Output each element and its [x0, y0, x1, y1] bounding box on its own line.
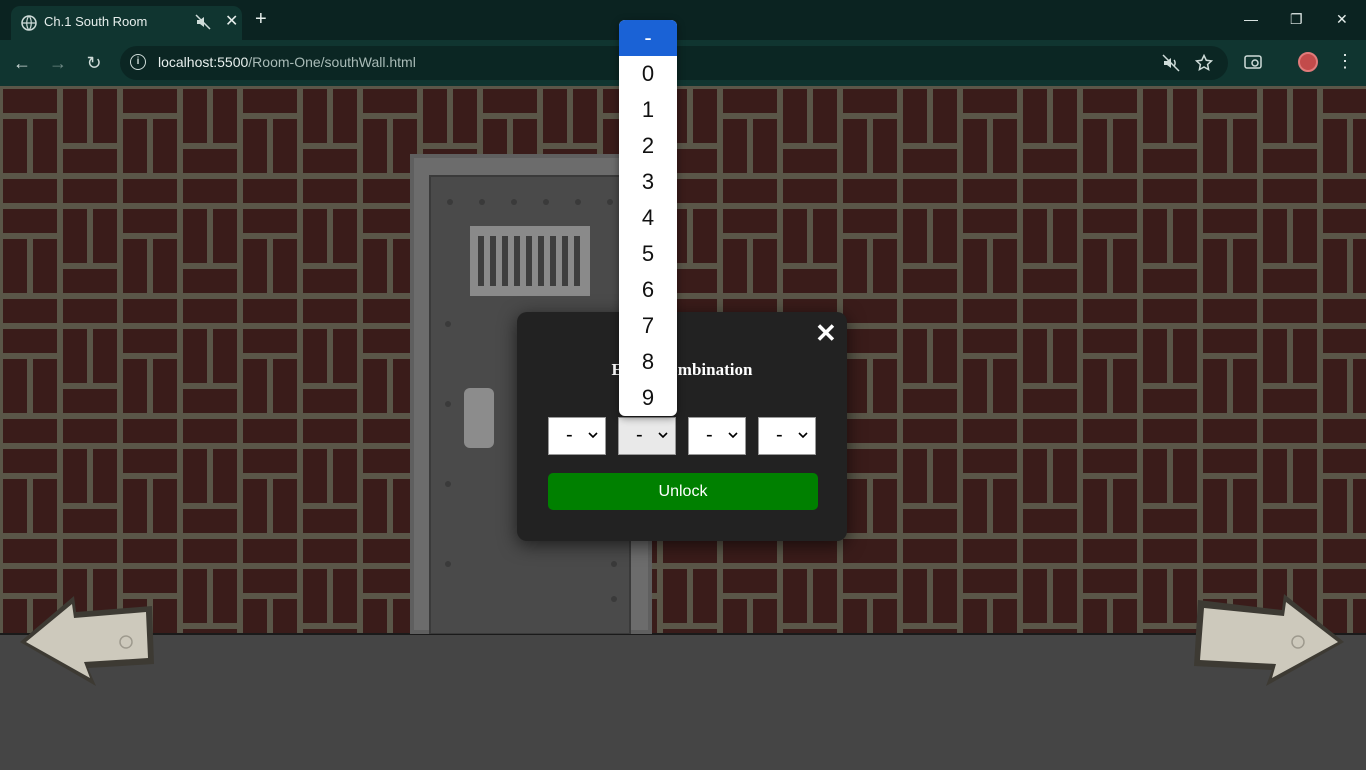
dropdown-option[interactable]: 6: [619, 272, 677, 308]
tab-close-icon[interactable]: ✕: [225, 12, 238, 32]
digit-select-2-value: -: [636, 424, 643, 446]
digit-select-4-value: -: [776, 424, 783, 446]
combination-modal: ✕ Enter Combination - - - - Unlock: [517, 312, 847, 541]
dropdown-option[interactable]: 9: [619, 380, 677, 416]
profile-avatar-icon[interactable]: [1298, 52, 1318, 72]
navigate-left-arrow[interactable]: [16, 592, 156, 688]
digit-select-3[interactable]: -: [688, 417, 746, 455]
chevron-down-icon: [728, 432, 738, 439]
reload-icon[interactable]: ↻: [83, 52, 105, 74]
dropdown-option[interactable]: 8: [619, 344, 677, 380]
digit-select-3-value: -: [706, 424, 713, 446]
dropdown-option[interactable]: 2: [619, 128, 677, 164]
dropdown-option[interactable]: 3: [619, 164, 677, 200]
forward-icon[interactable]: →: [47, 52, 69, 74]
floor: [0, 633, 1366, 770]
dropdown-option[interactable]: 5: [619, 236, 677, 272]
digit-dropdown-list: - 0 1 2 3 4 5 6 7 8 9: [619, 20, 677, 416]
browser-tab[interactable]: Ch.1 South Room ✕: [11, 6, 242, 40]
navigate-right-arrow[interactable]: [1192, 590, 1348, 688]
modal-title: Enter Combination: [611, 360, 753, 379]
chevron-down-icon: [588, 432, 598, 439]
digit-select-4[interactable]: -: [758, 417, 816, 455]
muted-speaker-icon[interactable]: [195, 14, 211, 30]
modal-close-icon[interactable]: ✕: [815, 320, 837, 346]
digit-select-2[interactable]: -: [618, 417, 676, 455]
globe-icon: [21, 15, 37, 31]
dropdown-option[interactable]: 4: [619, 200, 677, 236]
chevron-down-icon: [798, 432, 808, 439]
digit-select-1[interactable]: -: [548, 417, 606, 455]
window-close-icon[interactable]: ✕: [1336, 10, 1348, 28]
dropdown-option[interactable]: 1: [619, 92, 677, 128]
minimize-icon[interactable]: —: [1244, 10, 1258, 28]
media-muted-icon[interactable]: [1162, 54, 1180, 72]
site-info-icon[interactable]: i: [130, 54, 146, 70]
url-text: localhost:5500/Room-One/southWall.html: [158, 54, 416, 70]
dropdown-option[interactable]: 7: [619, 308, 677, 344]
back-icon[interactable]: ←: [11, 52, 33, 74]
tab-title: Ch.1 South Room: [44, 14, 148, 29]
dropdown-option[interactable]: 0: [619, 56, 677, 92]
chevron-down-icon: [658, 432, 668, 439]
digit-select-1-value: -: [566, 424, 573, 446]
tab-search-icon[interactable]: [1243, 52, 1263, 72]
browser-menu-icon[interactable]: ⋮: [1336, 50, 1354, 72]
browser-toolbar: ← → ↻ i localhost:5500/Room-One/southWal…: [0, 40, 1366, 86]
unlock-button[interactable]: Unlock: [548, 473, 818, 510]
restore-icon[interactable]: ❐: [1290, 10, 1303, 28]
new-tab-icon[interactable]: +: [255, 8, 267, 30]
browser-title-bar: Ch.1 South Room ✕ + — ❐ ✕: [0, 0, 1366, 40]
dropdown-option[interactable]: -: [619, 20, 677, 56]
bookmark-star-icon[interactable]: [1195, 54, 1213, 72]
